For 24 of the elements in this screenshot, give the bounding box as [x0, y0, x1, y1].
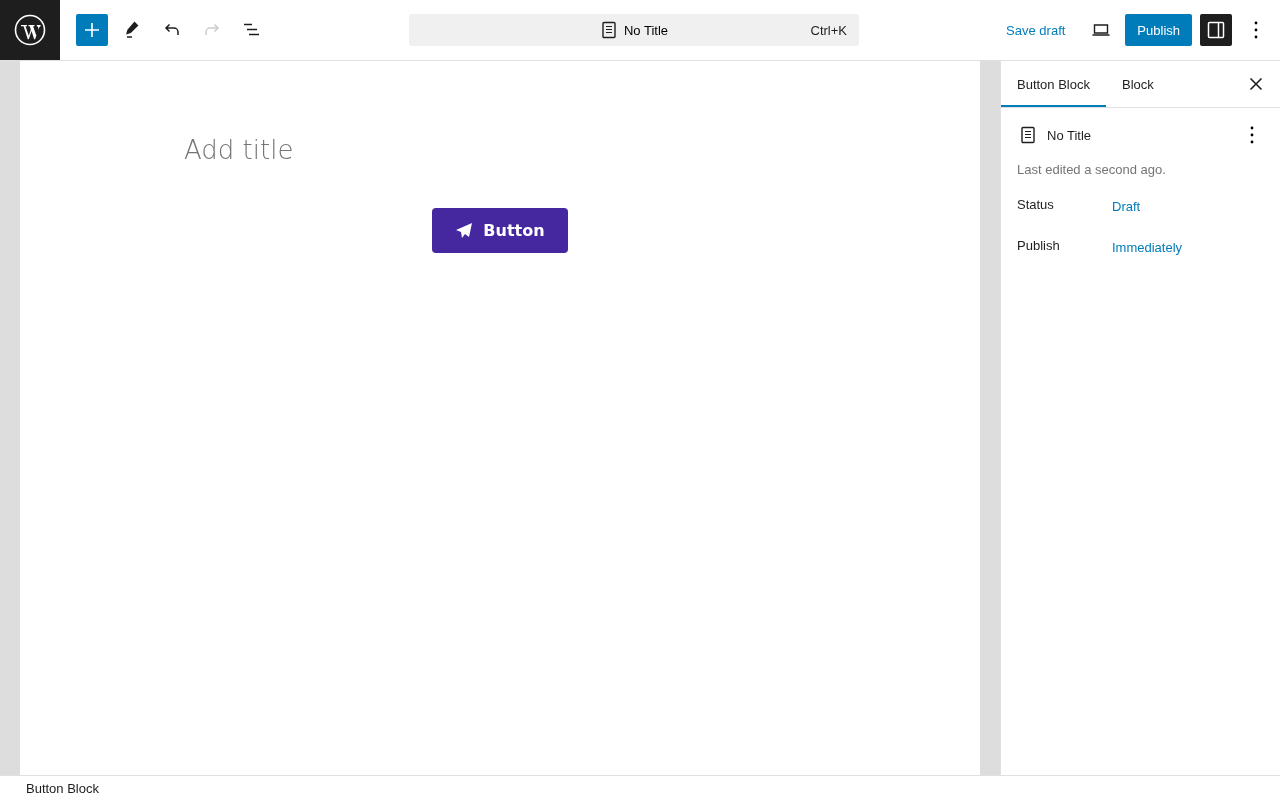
document-title: No Title [1047, 127, 1092, 143]
publish-button[interactable]: Publish [1125, 14, 1192, 46]
field-value-link[interactable]: Draft [1112, 199, 1141, 214]
breadcrumb-link[interactable]: Button Block [26, 780, 99, 796]
field-label: Publish [1017, 238, 1061, 255]
last-edited-text: Last edited a second ago. [1017, 162, 1167, 177]
sidebar-tab[interactable]: Button Block [1001, 61, 1106, 107]
sidebar-tab[interactable]: Block [1106, 61, 1170, 107]
paper-plane-icon [455, 221, 474, 240]
add-block-button[interactable] [76, 14, 108, 46]
settings-sidebar-toggle[interactable] [1200, 14, 1232, 46]
vertical-ellipsis-icon [1250, 126, 1254, 144]
keyboard-shortcut: Ctrl+K [810, 22, 847, 38]
button-block[interactable]: Button [432, 208, 568, 253]
document-icon [1019, 126, 1037, 144]
command-bar[interactable]: No Title Ctrl+K [409, 14, 859, 46]
vertical-ellipsis-icon [1254, 21, 1258, 39]
save-draft-button[interactable]: Save draft [994, 14, 1078, 46]
wordpress-logo-icon[interactable] [14, 14, 46, 46]
field-value-link[interactable]: Immediately [1112, 240, 1183, 255]
field-label: Status [1017, 197, 1055, 214]
document-title: No Title [623, 22, 669, 38]
sidebar-panel-icon [1206, 20, 1226, 40]
document-icon [599, 21, 618, 39]
